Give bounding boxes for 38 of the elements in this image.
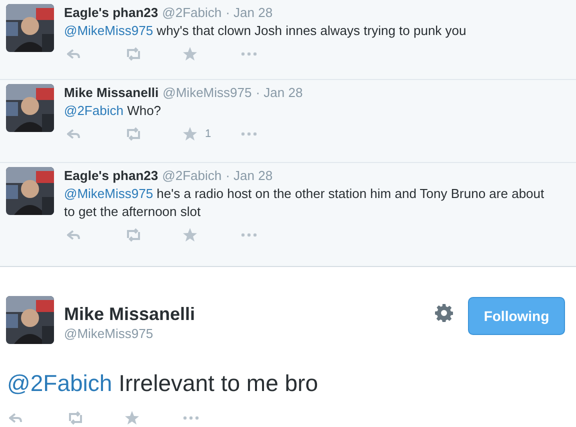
user-name[interactable]: Mike Missanelli: [64, 85, 159, 100]
user-name[interactable]: Eagle's phan23: [64, 5, 158, 20]
following-button[interactable]: Following: [468, 297, 565, 335]
settings-icon[interactable]: [435, 304, 453, 322]
star-icon[interactable]: [183, 47, 197, 61]
mention-link[interactable]: @MikeMiss975: [64, 23, 154, 38]
tweet-date[interactable]: · Jan 28: [226, 5, 273, 20]
reply-icon[interactable]: [9, 412, 22, 424]
retweet-icon[interactable]: [125, 127, 142, 141]
star-icon[interactable]: [183, 127, 197, 141]
more-icon[interactable]: [241, 52, 257, 56]
reply-icon[interactable]: [67, 128, 80, 140]
retweet-icon[interactable]: [125, 228, 142, 242]
user-name[interactable]: Eagle's phan23: [64, 168, 158, 183]
tweet-text: @MikeMiss975 why's that clown Josh innes always trying to punk you: [64, 22, 468, 40]
mention-link[interactable]: @2Fabich: [64, 103, 124, 118]
more-icon[interactable]: [183, 416, 199, 420]
user-handle: @2Fabich: [162, 5, 222, 20]
user-handle: @2Fabich: [162, 168, 222, 183]
user-handle: @MikeMiss975: [162, 85, 252, 100]
tweet-date[interactable]: · Jan 28: [226, 168, 273, 183]
reply-icon[interactable]: [67, 229, 80, 241]
mention-link[interactable]: @MikeMiss975: [64, 186, 154, 201]
retweet-icon[interactable]: [125, 47, 142, 61]
star-icon[interactable]: [183, 228, 197, 242]
more-icon[interactable]: [241, 233, 257, 237]
more-icon[interactable]: [241, 132, 257, 136]
tweet-text: @MikeMiss975 he's a radio host on the other station him and Tony Bruno are about to get the afternoon slot: [64, 185, 546, 221]
favorite-count: 1: [205, 128, 212, 140]
reply-icon[interactable]: [67, 48, 80, 60]
star-icon[interactable]: [125, 411, 139, 425]
tweet-text: @2Fabich Irrelevant to me bro: [7, 369, 319, 398]
tweet-date[interactable]: · Jan 28: [256, 85, 303, 100]
user-handle: @MikeMiss975: [64, 326, 154, 342]
mention-link[interactable]: @2Fabich: [7, 370, 112, 396]
tweet-text: @2Fabich Who?: [64, 102, 162, 120]
retweet-icon[interactable]: [67, 411, 84, 425]
user-name[interactable]: Mike Missanelli: [64, 304, 435, 324]
